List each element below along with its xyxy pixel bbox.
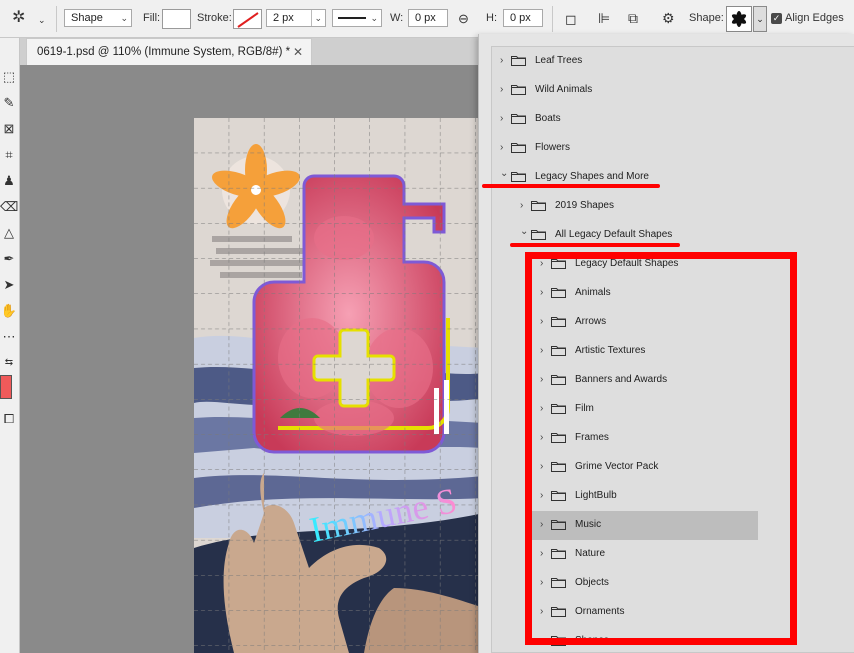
gear-icon[interactable]: ⚙: [662, 11, 675, 25]
quick-mask-icon[interactable]: ⧠: [0, 410, 18, 428]
frame-tool-icon[interactable]: ⊠: [0, 120, 18, 138]
stroke-swatch[interactable]: [233, 9, 262, 29]
eraser-tool-icon[interactable]: ⌫: [0, 198, 18, 216]
chevron-down-icon[interactable]: ⌄: [38, 13, 46, 27]
tools-panel: ⬚ ✎ ⊠ ⌗ ♟ ⌫ △ ✒ ➤ ✋ ⋯ ⇆ ⧠: [0, 38, 20, 653]
stamp-tool-icon[interactable]: ♟: [0, 172, 18, 190]
tool-mode-value: Shape: [71, 12, 103, 24]
folder-icon: [511, 142, 526, 153]
document-tab-title: 0619-1.psd @ 110% (Immune System, RGB/8#…: [37, 46, 291, 58]
annotation-highlight-box: [525, 252, 797, 645]
chevron-down-icon[interactable]: ⌄: [500, 168, 508, 179]
shape-label: Shape:: [689, 12, 724, 24]
stroke-width-dropdown[interactable]: 2 px ⌄: [266, 9, 326, 27]
shape-folder-name: All Legacy Default Shapes: [555, 229, 673, 240]
shape-folder-row[interactable]: › Flowers: [492, 134, 844, 163]
chevron-down-icon[interactable]: ⌄: [520, 226, 528, 237]
document-tab[interactable]: 0619-1.psd @ 110% (Immune System, RGB/8#…: [26, 38, 312, 65]
height-value: 0 px: [510, 12, 531, 24]
chevron-right-icon[interactable]: ›: [520, 200, 523, 211]
shape-picker-button[interactable]: [726, 6, 752, 32]
stroke-label: Stroke:: [197, 12, 232, 24]
shape-folder-name: 2019 Shapes: [555, 200, 614, 211]
stroke-line-sample: [338, 17, 366, 19]
document-canvas[interactable]: Immune S: [194, 118, 484, 653]
separator: [552, 6, 553, 32]
path-operations-icon[interactable]: ◻: [565, 12, 577, 26]
shape-folder-row[interactable]: › Leaf Trees: [492, 47, 844, 76]
foreground-color-swatch[interactable]: [0, 375, 12, 399]
shape-folder-row[interactable]: › Boats: [492, 105, 844, 134]
brush-tool-icon[interactable]: ✎: [0, 94, 18, 112]
gradient-tool-icon[interactable]: △: [0, 224, 18, 242]
width-value: 0 px: [415, 12, 436, 24]
width-input[interactable]: 0 px: [408, 9, 448, 27]
chevron-down-icon: ⌄: [370, 13, 378, 23]
shape-folder-name: Flowers: [535, 142, 571, 153]
chevron-down-icon: ⌄: [120, 13, 128, 23]
folder-icon: [511, 84, 526, 95]
align-edges-checkbox[interactable]: ✓: [771, 13, 782, 24]
shape-folder-name: Legacy Shapes and More: [535, 171, 649, 182]
link-dimensions-icon[interactable]: ⊖: [458, 12, 469, 26]
shape-tool-preset-icon[interactable]: ✲: [12, 10, 25, 26]
shape-folder-row[interactable]: › Wild Animals: [492, 76, 844, 105]
shape-picker-dropdown[interactable]: ⌄: [753, 6, 767, 32]
separator: [56, 6, 57, 32]
stroke-type-dropdown[interactable]: ⌄: [332, 9, 382, 27]
height-input[interactable]: 0 px: [503, 9, 543, 27]
fill-label: Fill:: [143, 12, 161, 24]
shape-folder-name: Wild Animals: [535, 84, 593, 95]
annotation-underline: [510, 243, 680, 247]
height-label: H:: [486, 12, 497, 24]
shape-folder-name: Leaf Trees: [535, 55, 583, 66]
folder-icon: [531, 200, 546, 211]
width-label: W:: [390, 12, 404, 24]
swap-colors-icon[interactable]: ⇆: [0, 354, 18, 372]
folder-icon: [511, 55, 526, 66]
artwork-image: [194, 118, 484, 653]
path-selection-tool-icon[interactable]: ➤: [0, 276, 18, 294]
tool-mode-dropdown[interactable]: Shape ⌄: [64, 9, 132, 27]
chevron-down-icon: ⌄: [311, 10, 322, 26]
path-arrangement-icon[interactable]: ⧉: [628, 11, 638, 25]
path-alignment-icon[interactable]: ⊫: [598, 11, 610, 25]
crop-tool-icon[interactable]: ⌗: [0, 146, 18, 164]
fill-swatch[interactable]: [162, 9, 191, 29]
folder-icon: [511, 171, 526, 182]
stroke-width-value: 2 px: [273, 12, 294, 24]
shape-folder-name: Boats: [535, 113, 561, 124]
flower-shape-icon: [731, 11, 747, 27]
chevron-right-icon[interactable]: ›: [500, 55, 503, 66]
align-edges-label: Align Edges: [785, 12, 844, 24]
chevron-right-icon[interactable]: ›: [500, 84, 503, 95]
shape-folder-row[interactable]: › 2019 Shapes: [492, 192, 844, 221]
options-bar: ✲ ⌄ Shape ⌄ Fill: Stroke: 2 px ⌄ ⌄ W: 0 …: [0, 0, 854, 38]
chevron-right-icon[interactable]: ›: [500, 142, 503, 153]
no-color-slash-icon: [237, 12, 259, 28]
more-tools-icon[interactable]: ⋯: [0, 328, 18, 346]
chevron-right-icon[interactable]: ›: [500, 113, 503, 124]
folder-icon: [531, 229, 546, 240]
folder-icon: [511, 113, 526, 124]
marquee-tool-icon[interactable]: ⬚: [0, 68, 18, 86]
annotation-underline: [482, 184, 660, 188]
hand-tool-icon[interactable]: ✋: [0, 302, 18, 320]
close-icon[interactable]: ✕: [293, 45, 303, 59]
pen-tool-icon[interactable]: ✒: [0, 250, 18, 268]
